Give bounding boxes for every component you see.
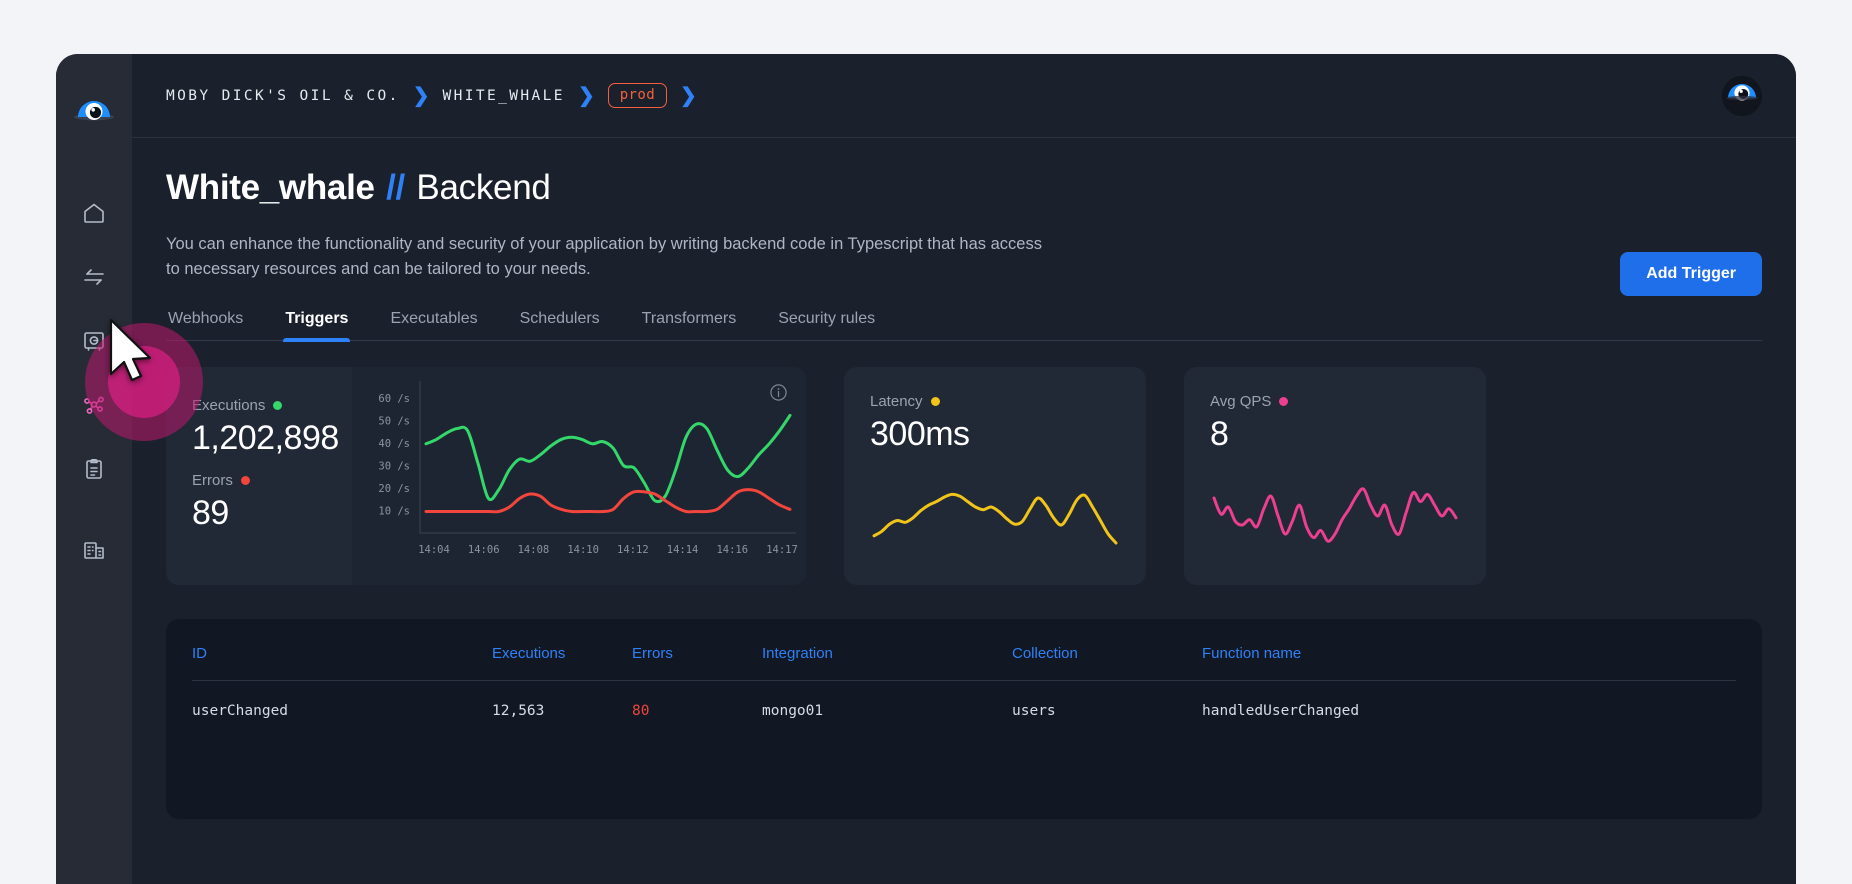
screenshot-root: MOBY DICK'S OIL & CO. ❯ WHITE_WHALE ❯ pr… bbox=[0, 0, 1852, 884]
page-title: White_whale // Backend bbox=[166, 168, 1762, 208]
page-description: You can enhance the functionality and se… bbox=[166, 235, 1042, 278]
chevron-right-icon: ❯ bbox=[577, 84, 595, 107]
sidebar-item-vault[interactable] bbox=[71, 318, 117, 364]
latency-label: Latency bbox=[870, 392, 923, 410]
add-trigger-button[interactable]: Add Trigger bbox=[1620, 251, 1762, 296]
app-logo[interactable] bbox=[73, 96, 115, 138]
triggers-table: ID Executions Errors Integration Collect… bbox=[192, 644, 1736, 719]
executions-chart-pane: 10 /s 20 /s 30 /s 40 /s 50 /s 60 /s 14:04 14:06… bbox=[352, 366, 806, 585]
errors-label-row: Errors bbox=[192, 472, 352, 489]
latency-label-row: Latency bbox=[870, 393, 1120, 410]
qps-label-row: Avg QPS bbox=[1210, 393, 1460, 410]
column-header-function[interactable]: Function name bbox=[1202, 644, 1736, 681]
qps-card: Avg QPS 8 bbox=[1184, 366, 1486, 585]
tabs-row: Webhooks Triggers Executables Schedulers… bbox=[166, 251, 1762, 342]
info-icon[interactable] bbox=[769, 383, 788, 402]
tab-webhooks[interactable]: Webhooks bbox=[166, 304, 245, 340]
tabs: Webhooks Triggers Executables Schedulers… bbox=[166, 304, 877, 342]
x-axis-tick: 14:16 bbox=[716, 544, 748, 556]
column-header-executions[interactable]: Executions bbox=[492, 644, 632, 681]
tab-triggers[interactable]: Triggers bbox=[283, 304, 351, 342]
x-axis-tick: 14:08 bbox=[518, 544, 550, 556]
sidebar bbox=[56, 54, 132, 884]
column-header-collection[interactable]: Collection bbox=[1012, 644, 1202, 681]
cell-integration: mongo01 bbox=[762, 702, 824, 719]
sidebar-item-organization[interactable] bbox=[71, 526, 117, 572]
y-axis-tick: 50 /s bbox=[378, 415, 410, 427]
main-area: MOBY DICK'S OIL & CO. ❯ WHITE_WHALE ❯ pr… bbox=[132, 54, 1796, 884]
sidebar-item-logs[interactable] bbox=[71, 446, 117, 492]
cell-errors: 80 bbox=[632, 702, 650, 719]
chevron-right-icon: ❯ bbox=[680, 84, 697, 107]
executions-status-dot bbox=[273, 400, 283, 410]
errors-status-dot bbox=[240, 476, 250, 485]
latency-value: 300ms bbox=[870, 414, 970, 453]
chevron-right-icon: ❯ bbox=[412, 84, 430, 107]
y-axis-tick: 20 /s bbox=[378, 483, 410, 495]
column-header-errors[interactable]: Errors bbox=[632, 644, 762, 681]
stat-cards: Executions 1,202,898 Errors 89 10 /s 20 … bbox=[166, 366, 1762, 585]
executions-card-stats: Executions 1,202,898 Errors 89 bbox=[166, 367, 352, 585]
errors-label: Errors bbox=[192, 472, 233, 489]
triggers-table-card: ID Executions Errors Integration Collect… bbox=[166, 618, 1762, 819]
content: White_whale // Backend You can enhance t… bbox=[132, 138, 1796, 884]
table-body: userChanged 12,563 80 mongo01 users hand… bbox=[192, 680, 1736, 719]
x-axis-tick: 14:14 bbox=[667, 544, 699, 556]
breadcrumb-org[interactable]: MOBY DICK'S OIL & CO. bbox=[166, 88, 400, 104]
x-axis-tick: 14:17 bbox=[766, 544, 798, 556]
sparkline-path bbox=[1212, 487, 1458, 543]
cell-collection: users bbox=[1012, 702, 1056, 719]
qps-value: 8 bbox=[1210, 414, 1229, 453]
latency-status-dot bbox=[930, 396, 940, 406]
executions-card: Executions 1,202,898 Errors 89 10 /s 20 … bbox=[166, 366, 806, 585]
qps-status-dot bbox=[1279, 396, 1289, 406]
chart-series-executions bbox=[424, 413, 792, 503]
table-row[interactable]: userChanged 12,563 80 mongo01 users hand… bbox=[192, 680, 1736, 719]
chart-series-errors bbox=[424, 487, 792, 513]
x-axis-tick: 14:06 bbox=[468, 544, 500, 556]
executions-chart: 10 /s 20 /s 30 /s 40 /s 50 /s 60 /s 14:04 14:06… bbox=[378, 380, 798, 556]
avatar-wrap[interactable] bbox=[1722, 75, 1762, 116]
y-axis-tick: 10 /s bbox=[378, 505, 410, 517]
sidebar-item-home[interactable] bbox=[71, 190, 117, 236]
qps-label: Avg QPS bbox=[1210, 392, 1272, 410]
page-title-sub: Backend bbox=[416, 168, 551, 207]
column-header-id[interactable]: ID bbox=[192, 644, 492, 681]
latency-card: Latency 300ms bbox=[844, 366, 1146, 585]
breadcrumb-env-chip[interactable]: prod bbox=[607, 83, 668, 108]
x-axis-tick: 14:10 bbox=[567, 544, 599, 556]
tab-security-rules[interactable]: Security rules bbox=[776, 304, 877, 340]
executions-value: 1,202,898 bbox=[192, 418, 339, 457]
tab-schedulers[interactable]: Schedulers bbox=[518, 304, 602, 340]
tab-executables[interactable]: Executables bbox=[388, 304, 479, 340]
avatar[interactable] bbox=[1722, 75, 1762, 116]
qps-sparkline bbox=[1212, 487, 1458, 543]
table-head: ID Executions Errors Integration Collect… bbox=[192, 644, 1736, 681]
topbar: MOBY DICK'S OIL & CO. ❯ WHITE_WHALE ❯ pr… bbox=[132, 54, 1796, 138]
sidebar-item-backend[interactable] bbox=[71, 382, 117, 428]
y-axis-tick: 30 /s bbox=[378, 460, 410, 472]
breadcrumb: MOBY DICK'S OIL & CO. ❯ WHITE_WHALE ❯ pr… bbox=[166, 83, 697, 108]
cell-executions: 12,563 bbox=[492, 702, 545, 719]
errors-value: 89 bbox=[192, 494, 229, 532]
column-header-integration[interactable]: Integration bbox=[762, 644, 1012, 681]
executions-label: Executions bbox=[192, 396, 266, 414]
sparkline-path bbox=[872, 492, 1118, 545]
x-axis-tick: 14:04 bbox=[418, 544, 450, 556]
cell-id: userChanged bbox=[192, 702, 289, 719]
table-header-row: ID Executions Errors Integration Collect… bbox=[192, 644, 1736, 681]
cell-function: handledUserChanged bbox=[1202, 702, 1360, 719]
page-title-separator: // bbox=[386, 168, 405, 207]
y-axis-tick: 40 /s bbox=[378, 438, 410, 450]
tab-transformers[interactable]: Transformers bbox=[640, 304, 739, 340]
breadcrumb-app[interactable]: WHITE_WHALE bbox=[443, 88, 565, 104]
app-window: MOBY DICK'S OIL & CO. ❯ WHITE_WHALE ❯ pr… bbox=[56, 54, 1796, 884]
sidebar-item-sync[interactable] bbox=[71, 254, 117, 300]
page-title-main: White_whale bbox=[166, 168, 375, 207]
x-axis-tick: 14:12 bbox=[617, 544, 649, 556]
latency-sparkline bbox=[872, 492, 1118, 545]
executions-label-row: Executions bbox=[192, 397, 352, 414]
y-axis-tick: 60 /s bbox=[378, 393, 410, 405]
